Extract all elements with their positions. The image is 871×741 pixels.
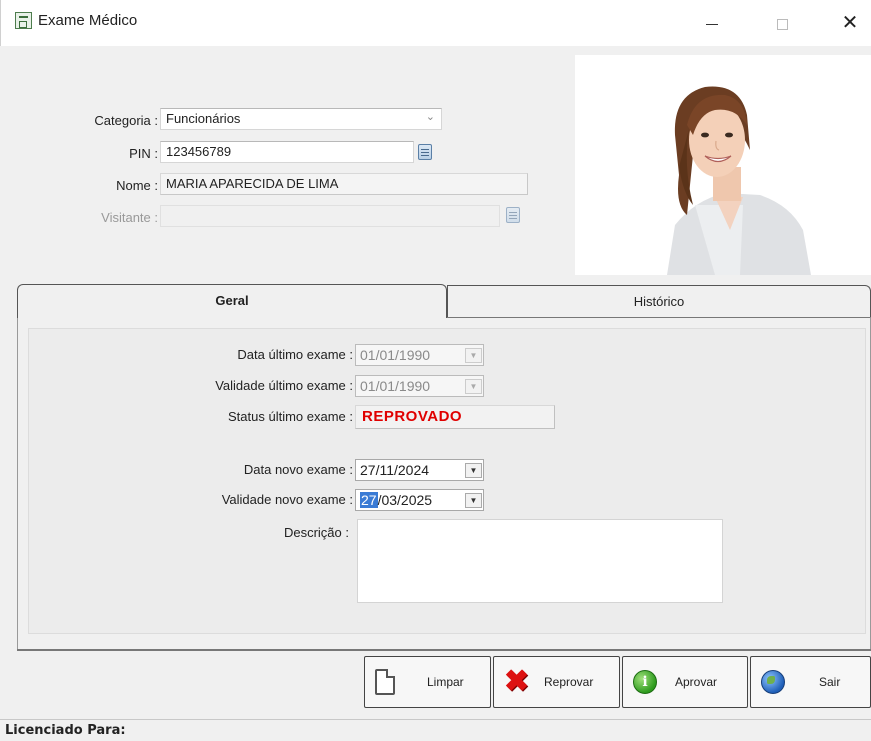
nome-value: MARIA APARECIDA DE LIMA xyxy=(166,176,339,191)
visitante-label: Visitante : xyxy=(101,210,158,225)
employee-photo xyxy=(575,55,871,275)
globe-icon xyxy=(761,670,785,694)
data-novo-exame-value: 27/11/2024 xyxy=(360,462,430,478)
descricao-textarea[interactable] xyxy=(357,519,723,603)
window-title: Exame Médico xyxy=(38,12,138,29)
maximize-button[interactable] xyxy=(759,8,805,38)
red-x-icon: ✖ xyxy=(504,665,530,698)
minimize-icon xyxy=(706,23,718,25)
tabs-area: Geral Histórico Data último exame : 01/0… xyxy=(17,284,871,651)
status-ultimo-exame-label: Status último exame : xyxy=(228,409,353,424)
reprovar-label: Reprovar xyxy=(544,675,594,689)
calendar-dropdown-icon[interactable]: ▼ xyxy=(465,463,482,478)
tab-panel-geral: Data último exame : 01/01/1990 ▼ Validad… xyxy=(17,317,871,651)
visitante-input xyxy=(160,205,500,227)
validade-novo-exame-label: Validade novo exame : xyxy=(221,492,353,507)
categoria-label: Categoria : xyxy=(94,113,158,128)
pin-input[interactable]: 123456789 xyxy=(160,141,414,163)
status-bar: Licenciado Para: xyxy=(0,719,871,741)
title-bar: Exame Médico ✕ xyxy=(0,0,871,46)
close-button[interactable]: ✕ xyxy=(827,8,871,38)
app-icon xyxy=(15,12,32,29)
data-ultimo-exame-value: 01/01/1990 xyxy=(360,347,431,363)
tab-geral-label: Geral xyxy=(215,293,249,308)
pin-lookup-icon[interactable] xyxy=(418,144,432,160)
categoria-value: Funcionários xyxy=(166,111,241,126)
reprovar-button[interactable]: ✖ Reprovar xyxy=(493,656,620,708)
nome-field: MARIA APARECIDA DE LIMA xyxy=(160,173,528,195)
tab-historico-label: Histórico xyxy=(633,294,685,309)
pin-value: 123456789 xyxy=(166,144,232,159)
validade-novo-day-selected: 27 xyxy=(360,492,378,508)
visitante-lookup-icon xyxy=(506,207,520,223)
limpar-button[interactable]: Limpar xyxy=(364,656,491,708)
tab-historico[interactable]: Histórico xyxy=(447,285,871,319)
validade-novo-rest: /03/2025 xyxy=(377,492,433,508)
minimize-button[interactable] xyxy=(689,8,735,38)
validade-ultimo-exame-label: Validade último exame : xyxy=(215,378,353,393)
calendar-dropdown-icon: ▼ xyxy=(465,379,482,394)
descricao-label: Descrição : xyxy=(283,525,349,540)
person-photo-icon xyxy=(575,55,871,275)
document-icon xyxy=(375,669,395,695)
data-novo-exame-label: Data novo exame : xyxy=(243,462,353,477)
sair-button[interactable]: Sair xyxy=(750,656,871,708)
pin-label: PIN : xyxy=(129,146,158,161)
categoria-combobox[interactable]: Funcionários ⌄ xyxy=(160,108,442,130)
bottom-separator xyxy=(17,649,871,651)
green-info-icon: i xyxy=(633,670,657,694)
aprovar-label: Aprovar xyxy=(675,675,718,689)
status-badge: REPROVADO xyxy=(355,405,555,429)
validade-ultimo-exame-value: 01/01/1990 xyxy=(360,378,431,394)
sair-label: Sair xyxy=(819,675,841,689)
nome-label: Nome : xyxy=(116,178,158,193)
calendar-dropdown-icon: ▼ xyxy=(465,348,482,363)
limpar-label: Limpar xyxy=(427,675,464,689)
maximize-icon xyxy=(776,18,788,30)
geral-group: Data último exame : 01/01/1990 ▼ Validad… xyxy=(28,328,866,634)
aprovar-button[interactable]: i Aprovar xyxy=(622,656,748,708)
chevron-down-icon: ⌄ xyxy=(425,111,435,123)
tab-geral[interactable]: Geral xyxy=(17,284,447,318)
calendar-dropdown-icon[interactable]: ▼ xyxy=(465,493,482,508)
license-text: Licenciado Para: xyxy=(5,723,126,738)
exame-medico-window: Exame Médico ✕ Categoria : Funcionários … xyxy=(0,0,871,741)
data-ultimo-exame-label: Data último exame : xyxy=(237,347,353,362)
